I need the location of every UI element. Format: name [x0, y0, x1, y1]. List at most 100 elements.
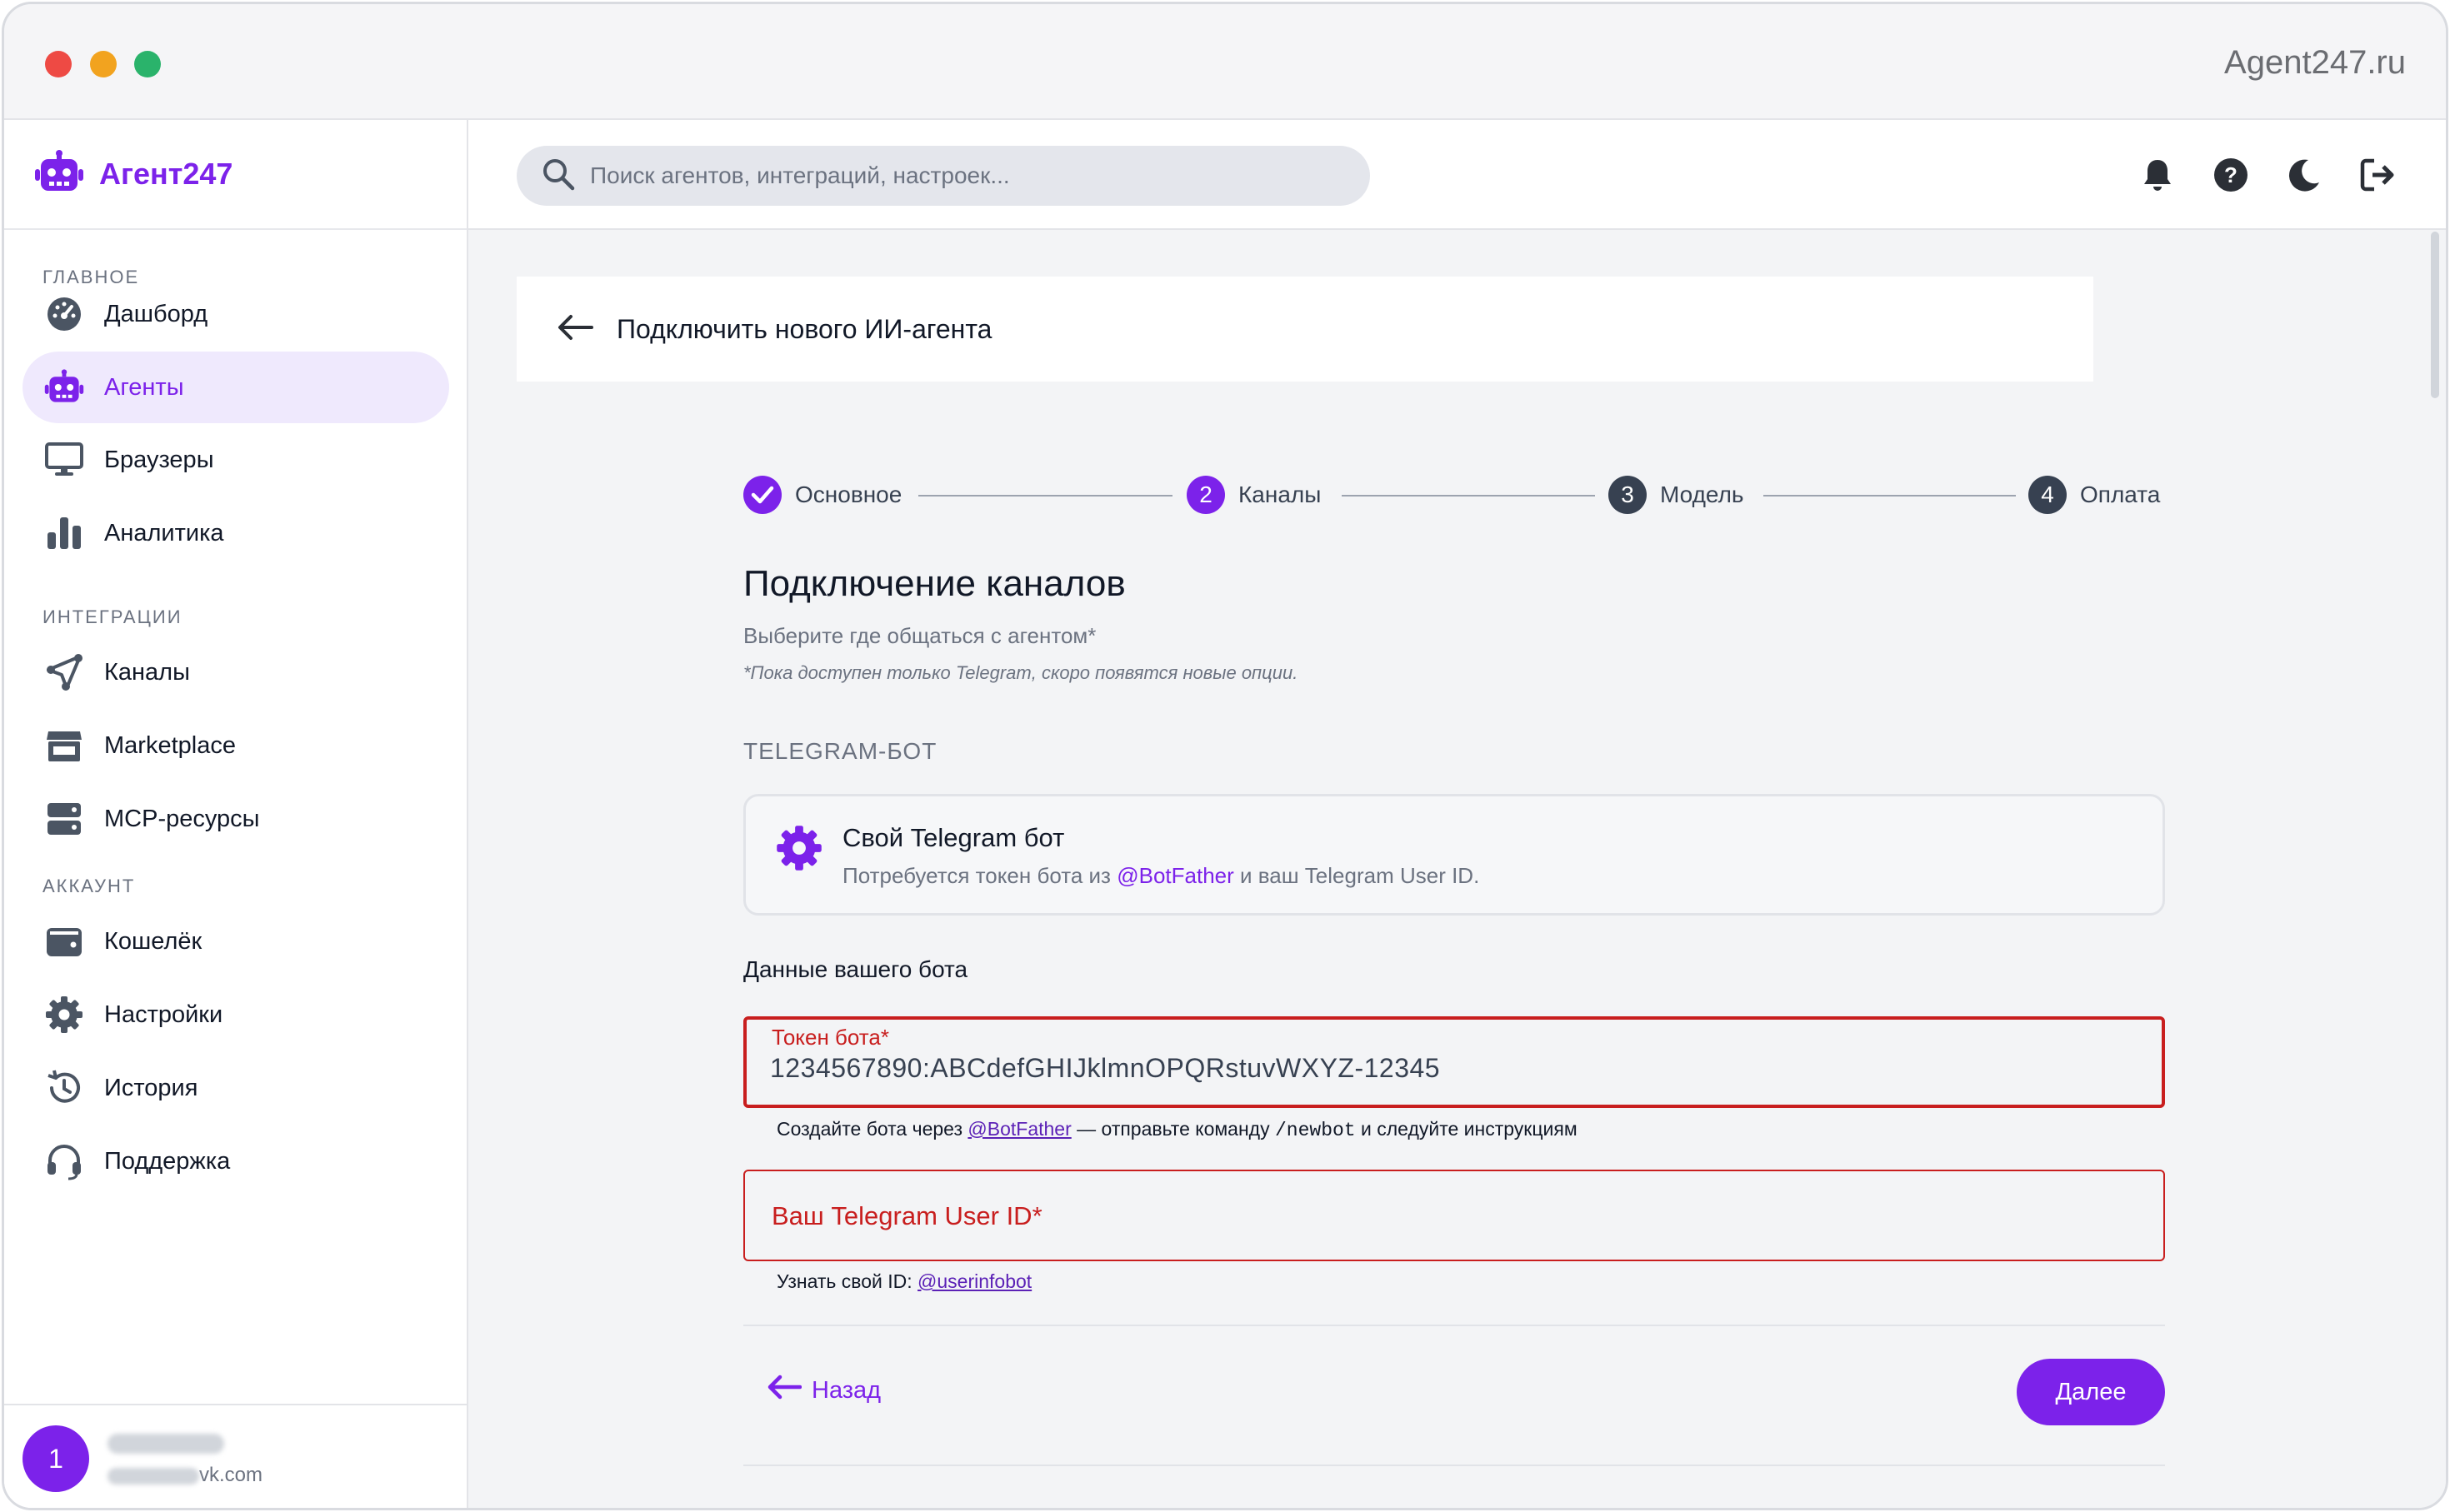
- top-bar: ?: [468, 120, 2446, 230]
- server-icon: [44, 799, 84, 839]
- telegram-section-caption: TELEGRAM-БОТ: [743, 738, 938, 764]
- gear-icon: [44, 995, 84, 1035]
- minimize-window-button[interactable]: [90, 51, 117, 77]
- bell-icon[interactable]: [2138, 155, 2178, 195]
- sidebar-item-label: История: [104, 1074, 198, 1101]
- user-id-hint: Узнать свой ID: @userinfobot: [777, 1270, 1032, 1292]
- dashboard-gauge-icon: [44, 294, 84, 334]
- step-label: Основное: [795, 482, 902, 507]
- step-payment[interactable]: 4 Оплата: [2028, 473, 2160, 516]
- step-label: Модель: [1660, 482, 1744, 507]
- wizard-content: Основное 2 Каналы 3 Модель 4 Оплата Подк…: [517, 382, 2165, 1508]
- check-icon: [743, 476, 782, 514]
- sidebar-item-wallet[interactable]: Кошелёк: [22, 906, 449, 977]
- telegram-user-id-label: Ваш Telegram User ID*: [772, 1201, 1042, 1230]
- section-heading: Подключение каналов: [743, 563, 1126, 604]
- back-arrow-icon[interactable]: [557, 314, 593, 345]
- sidebar-item-label: Дашборд: [104, 300, 208, 327]
- next-button[interactable]: Далее: [2017, 1359, 2165, 1425]
- sidebar-item-agents[interactable]: Агенты: [22, 352, 449, 423]
- gear-icon: [776, 825, 822, 876]
- sidebar-item-dashboard[interactable]: Дашборд: [22, 278, 449, 350]
- step-connector: [1763, 495, 2016, 497]
- sidebar-item-label: Браузеры: [104, 446, 214, 473]
- moon-icon[interactable]: [2284, 155, 2324, 195]
- sidebar-item-label: Настройки: [104, 1001, 223, 1028]
- help-icon[interactable]: ?: [2211, 155, 2251, 195]
- user-profile[interactable]: 1 vk.com: [4, 1404, 467, 1508]
- sidebar-item-label: Кошелёк: [104, 927, 202, 955]
- section-label-integrations: ИНТЕГРАЦИИ: [42, 606, 182, 627]
- telegram-bot-option[interactable]: Свой Telegram бот Потребуется токен бота…: [743, 794, 2165, 916]
- wallet-icon: [44, 921, 84, 961]
- user-email-redacted: [108, 1467, 199, 1485]
- back-button[interactable]: Назад: [767, 1375, 881, 1406]
- userinfobot-link[interactable]: @userinfobot: [918, 1270, 1032, 1292]
- search-input[interactable]: [590, 162, 1340, 189]
- sidebar-item-analytics[interactable]: Аналитика: [22, 497, 449, 569]
- bot-token-input[interactable]: [770, 1053, 2137, 1084]
- brand-logo[interactable]: Агент247: [4, 120, 467, 230]
- newbot-command: /newbot: [1274, 1120, 1356, 1141]
- store-icon: [44, 726, 84, 766]
- close-window-button[interactable]: [45, 51, 72, 77]
- step-connector: [1342, 495, 1595, 497]
- bottom-divider: [743, 1465, 2165, 1466]
- botfather-link[interactable]: @BotFather: [1117, 863, 1234, 888]
- title-bar: Agent247.ru: [4, 4, 2446, 120]
- sidebar-item-label: Агенты: [104, 373, 184, 401]
- divider: [743, 1325, 2165, 1326]
- step-label: Оплата: [2080, 482, 2161, 507]
- sidebar-item-browsers[interactable]: Браузеры: [22, 424, 449, 496]
- sidebar-item-label: MCP-ресурсы: [104, 805, 260, 832]
- bot-token-hint: Создайте бота через @BotFather — отправь…: [777, 1118, 1578, 1141]
- step-number: 2: [1187, 476, 1225, 514]
- browser-window: Agent247.ru Агент247 ГЛАВНОЕ Дашборд Аге…: [2, 2, 2448, 1510]
- top-actions: ?: [2138, 155, 2398, 195]
- robot-icon: [34, 149, 84, 200]
- sidebar-item-label: Поддержка: [104, 1147, 231, 1175]
- telegram-user-id-field[interactable]: Ваш Telegram User ID*: [743, 1170, 2165, 1261]
- user-name-redacted: [108, 1434, 224, 1454]
- bot-token-field[interactable]: Токен бота*: [743, 1016, 2165, 1108]
- sidebar-item-mcp-resources[interactable]: MCP-ресурсы: [22, 783, 449, 855]
- bot-token-label: Токен бота*: [772, 1025, 889, 1050]
- sidebar-item-channels[interactable]: Каналы: [22, 636, 449, 708]
- option-description: Потребуется токен бота из @BotFather и в…: [842, 863, 1480, 888]
- robot-icon: [44, 367, 84, 407]
- logout-icon[interactable]: [2358, 155, 2398, 195]
- main-content: Подключить нового ИИ-агента Основное 2 К…: [468, 230, 2446, 1508]
- step-label: Каналы: [1238, 482, 1322, 507]
- step-connector: [918, 495, 1172, 497]
- sidebar-item-label: Marketplace: [104, 731, 236, 759]
- page-title: Подключить нового ИИ-агента: [617, 313, 992, 344]
- sidebar-item-history[interactable]: История: [22, 1052, 449, 1124]
- sidebar-item-marketplace[interactable]: Marketplace: [22, 710, 449, 781]
- headset-icon: [44, 1141, 84, 1181]
- step-number: 4: [2028, 476, 2067, 514]
- maximize-window-button[interactable]: [134, 51, 161, 77]
- option-title: Свой Telegram бот: [842, 823, 1065, 852]
- avatar[interactable]: 1: [22, 1425, 89, 1492]
- sidebar-item-settings[interactable]: Настройки: [22, 979, 449, 1050]
- section-subtitle: Выберите где общаться с агентом*: [743, 623, 1097, 648]
- arrow-left-icon: [767, 1375, 802, 1406]
- step-model[interactable]: 3 Модель: [1608, 473, 1744, 516]
- stepper: Основное 2 Каналы 3 Модель 4 Оплата: [743, 473, 2167, 516]
- step-number: 3: [1608, 476, 1647, 514]
- user-email: vk.com: [108, 1464, 262, 1487]
- scrollbar[interactable]: [2431, 232, 2439, 398]
- back-button-label: Назад: [812, 1376, 882, 1404]
- site-name: Agent247.ru: [2224, 44, 2406, 81]
- history-icon: [44, 1068, 84, 1108]
- botfather-hint-link[interactable]: @BotFather: [968, 1118, 1071, 1140]
- step-channels[interactable]: 2 Каналы: [1187, 473, 1321, 516]
- search-box[interactable]: [517, 146, 1370, 206]
- section-label-account: АККАУНТ: [42, 876, 136, 896]
- form-caption: Данные вашего бота: [743, 956, 968, 982]
- step-basic[interactable]: Основное: [743, 473, 902, 516]
- sidebar-item-support[interactable]: Поддержка: [22, 1125, 449, 1197]
- monitor-icon: [44, 440, 84, 480]
- availability-note: *Пока доступен только Telegram, скоро по…: [743, 662, 1298, 683]
- svg-text:?: ?: [2224, 162, 2238, 187]
